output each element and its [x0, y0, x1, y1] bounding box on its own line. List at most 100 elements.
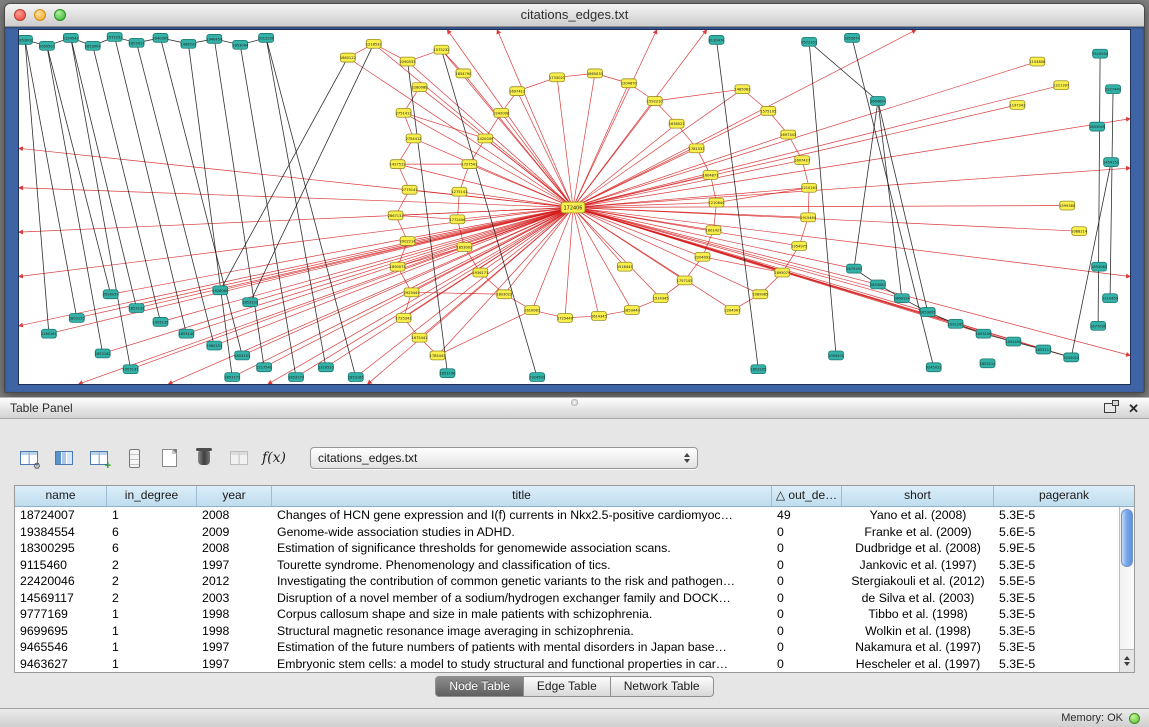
graph-node[interactable]: 1088214 [1071, 227, 1088, 236]
graph-node[interactable]: 1853002 [456, 242, 472, 251]
table-settings-icon[interactable]: ⚙ [16, 445, 42, 471]
rows-icon[interactable] [121, 445, 147, 471]
graph-node[interactable]: 1091245 [948, 319, 964, 328]
tab-node-table[interactable]: Node Table [435, 676, 524, 697]
graph-node[interactable]: 1853117 [1035, 345, 1051, 354]
graph-node[interactable]: 2867131 [388, 211, 404, 220]
graph-node[interactable]: 1781533 [689, 144, 705, 153]
graph-node[interactable]: 1607427 [794, 156, 810, 165]
scrollbar-thumb[interactable] [1121, 509, 1133, 567]
column-header[interactable]: in_degree [107, 486, 197, 506]
scroll-down-icon[interactable] [1124, 662, 1130, 666]
graph-node[interactable]: 2775141 [402, 185, 418, 194]
graph-node[interactable]: 2526060 [212, 286, 229, 295]
graph-node[interactable]: 1853179 [288, 373, 304, 382]
graph-node[interactable]: 9245022 [926, 363, 942, 372]
graph-node[interactable]: 1853171 [224, 373, 240, 382]
graph-node[interactable]: 9310944 [1092, 49, 1109, 58]
graph-node[interactable]: 1592210 [647, 97, 664, 106]
table-row[interactable]: 977716911998Corpus callosum shape and si… [15, 606, 1119, 623]
graph-node[interactable]: 1677030 [1090, 321, 1107, 330]
graph-node[interactable]: 2242008 [493, 108, 510, 117]
graph-node[interactable]: 1940454 [206, 34, 223, 43]
graph-node[interactable]: 1853449 [624, 306, 640, 315]
graph-node[interactable]: 1890073 [390, 262, 406, 271]
graph-node[interactable]: 1733021 [549, 73, 565, 82]
graph-node[interactable]: 1853185 [348, 373, 364, 382]
graph-node[interactable]: 1601427 [706, 226, 722, 235]
graph-node[interactable]: 1210453 [1102, 294, 1118, 303]
graph-node[interactable]: 1679193 [846, 264, 862, 273]
graph-node[interactable]: 1853155 [69, 313, 85, 322]
graph-node[interactable]: 1853190 [242, 298, 259, 307]
graph-node[interactable]: 1853205 [750, 365, 766, 374]
graph-node[interactable]: 8130474 [709, 35, 726, 44]
graph-node[interactable]: 1218533 [366, 39, 382, 48]
graph-node[interactable]: 172406 [561, 202, 585, 213]
graph-node[interactable]: 1853140 [178, 329, 195, 338]
graph-node[interactable]: 1895079 [774, 268, 790, 277]
graph-node[interactable]: 2751411 [396, 108, 412, 117]
graph-node[interactable]: 1420049 [477, 134, 493, 143]
graph-node[interactable]: 1154808 [1029, 57, 1046, 66]
column-header[interactable]: year [197, 486, 272, 506]
graph-node[interactable]: 1454151 [1103, 158, 1119, 167]
graph-node[interactable]: 1514345 [653, 294, 669, 303]
graph-node[interactable]: 1853196 [440, 369, 457, 378]
delete-table-icon[interactable] [191, 445, 217, 471]
graph-node[interactable]: 1854790 [455, 69, 472, 78]
graph-node[interactable]: 1853004 [85, 41, 102, 50]
table-panel-header[interactable]: Table Panel ✕ [0, 397, 1149, 419]
graph-node[interactable]: 1664694 [870, 97, 887, 106]
graph-node[interactable]: 1853012 [129, 38, 145, 47]
graph-node[interactable]: 1160161 [41, 329, 57, 338]
column-header[interactable]: △ out_de… [772, 486, 842, 506]
table-row[interactable]: 946554611997Estimation of the future num… [15, 639, 1119, 656]
graph-node[interactable]: 2060503 [39, 41, 55, 50]
graph-node[interactable]: 2754412 [406, 134, 422, 143]
close-panel-icon[interactable]: ✕ [1128, 402, 1139, 415]
graph-node[interactable]: 1089965 [752, 290, 768, 299]
graph-node[interactable]: 1275141 [451, 187, 467, 196]
table-select-dropdown[interactable]: citations_edges.txt [310, 447, 698, 469]
graph-node[interactable]: 2526059 [103, 290, 119, 299]
graph-node[interactable]: 1210161 [801, 183, 817, 192]
graph-node[interactable]: 1614345 [591, 312, 607, 321]
graph-node[interactable]: 9245012 [1063, 353, 1079, 362]
float-panel-icon[interactable] [1104, 403, 1116, 413]
table-row[interactable]: 969969511998Structural magnetic resonanc… [15, 623, 1119, 640]
graph-node[interactable]: 8572101 [801, 37, 817, 46]
scroll-up-icon[interactable] [1124, 656, 1130, 660]
graph-node[interactable]: 1853074 [844, 33, 861, 42]
graph-node[interactable]: 1725440 [557, 313, 574, 322]
table-row[interactable]: 946362711997Embryonic stem cells: a mode… [15, 656, 1119, 673]
graph-node[interactable]: 2013100 [258, 33, 275, 42]
graph-node[interactable]: 1660122 [340, 53, 356, 62]
graph-node[interactable]: 2925441 [404, 288, 420, 297]
tab-edge-table[interactable]: Edge Table [524, 676, 611, 697]
graph-node[interactable]: 2260533 [400, 57, 416, 66]
graph-node[interactable]: 1636021 [669, 119, 685, 128]
import-table-icon[interactable]: + [86, 445, 112, 471]
graph-node[interactable]: 1518445 [617, 262, 633, 271]
graph-node[interactable]: 1853132 [129, 304, 145, 313]
graph-node[interactable]: 1408533 [180, 39, 196, 48]
table-row[interactable]: 1456911722003Disruption of a novel membe… [15, 590, 1119, 607]
graph-node[interactable]: 1572253 [107, 32, 123, 41]
graph-node[interactable]: 1936171 [472, 268, 488, 277]
graph-node[interactable]: 1697412 [509, 87, 525, 96]
tab-network-table[interactable]: Network Table [611, 676, 714, 697]
table-row[interactable]: 1938455462009Genome-wide association stu… [15, 524, 1119, 541]
new-table-icon[interactable] [156, 445, 182, 471]
graph-node[interactable]: 1204870 [621, 79, 638, 88]
graph-node[interactable]: 1915464 [800, 213, 817, 222]
scrollbar-buttons[interactable] [1120, 649, 1134, 672]
table-row[interactable]: 911546021997Tourette syndrome. Phenomeno… [15, 557, 1119, 574]
graph-node[interactable]: 1853002 [19, 35, 33, 44]
graph-node[interactable]: 2204907 [724, 306, 740, 315]
graph-node[interactable]: 2040305 [153, 33, 169, 42]
graph-node[interactable]: 1427512 [390, 160, 406, 169]
graph-node[interactable]: 1725341 [396, 313, 412, 322]
graph-node[interactable]: 1599380 [1059, 201, 1076, 210]
graph-node[interactable]: 1217541 [256, 363, 272, 372]
